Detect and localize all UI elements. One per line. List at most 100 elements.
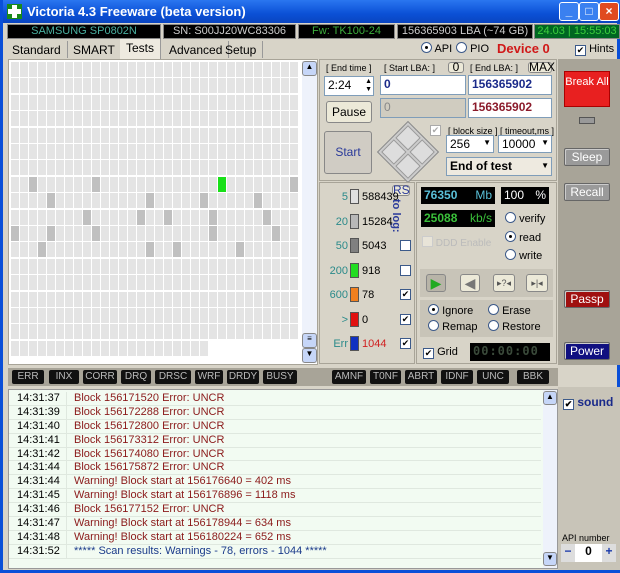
- map-cell: [29, 62, 37, 77]
- map-cell: [164, 275, 172, 291]
- grid-checkbox[interactable]: ✔ Grid: [423, 346, 458, 359]
- latency-color-swatch: [350, 336, 359, 351]
- random-seek-icon[interactable]: ▸?◂: [493, 274, 515, 292]
- verify-radio[interactable]: verify: [505, 212, 545, 225]
- map-cell: [110, 291, 118, 307]
- butterfly-icon[interactable]: ▸|◂: [526, 274, 548, 292]
- map-cell: [254, 242, 262, 258]
- end-time-input[interactable]: 2:24 ▲ ▼: [324, 76, 374, 96]
- map-cell: [146, 324, 154, 340]
- map-cell: [128, 94, 136, 110]
- block-size-select[interactable]: 256 ▼: [446, 135, 494, 153]
- end-lba-input-2[interactable]: 156365902: [468, 98, 552, 118]
- scroll-up-icon[interactable]: ▲: [302, 61, 317, 76]
- map-cell: [137, 127, 145, 143]
- tab-smart[interactable]: SMART: [67, 41, 122, 58]
- decrement-button[interactable]: −: [561, 544, 575, 562]
- close-button[interactable]: ×: [599, 2, 619, 21]
- hints-checkbox[interactable]: ✔ Hints: [575, 43, 614, 56]
- log-checkbox[interactable]: ✔: [400, 338, 411, 349]
- map-cell: [227, 144, 235, 159]
- map-cell: [128, 258, 136, 274]
- pio-radio[interactable]: PIO: [456, 42, 489, 55]
- increment-button[interactable]: +: [602, 544, 616, 562]
- map-cell: [119, 160, 127, 176]
- tab-tests[interactable]: Tests: [120, 39, 162, 59]
- read-radio[interactable]: read: [505, 231, 541, 244]
- api-number-stepper[interactable]: − 0 +: [561, 544, 616, 562]
- map-scrollbar[interactable]: ▲ ≡ ▼: [302, 61, 317, 363]
- play-backward-icon[interactable]: ◀: [460, 274, 480, 292]
- map-cell: [227, 94, 235, 110]
- map-cell: [47, 275, 55, 291]
- log-checkbox[interactable]: [400, 264, 411, 276]
- map-cell: [146, 127, 154, 143]
- log-checkbox[interactable]: ✔: [400, 289, 411, 300]
- map-cell: [155, 62, 163, 77]
- map-cell: [11, 176, 19, 192]
- timeout-select[interactable]: 10000 ▼: [498, 135, 552, 153]
- map-cell: [200, 111, 208, 127]
- map-cell: [254, 291, 262, 307]
- map-cell: [236, 226, 244, 241]
- end-action-select[interactable]: End of test ▼: [446, 157, 552, 176]
- scroll-down-icon[interactable]: ▼: [302, 348, 317, 363]
- start-button[interactable]: Start: [324, 131, 372, 174]
- map-cell: [155, 324, 163, 340]
- api-number-value[interactable]: 0: [575, 544, 602, 562]
- map-cell: [200, 209, 208, 225]
- map-cell: [254, 62, 262, 77]
- end-lba-max-button[interactable]: MAX: [528, 61, 555, 73]
- map-cell: [65, 78, 73, 94]
- ignore-radio[interactable]: Ignore: [428, 304, 473, 317]
- map-cell: [101, 160, 109, 176]
- play-forward-icon[interactable]: ▶: [426, 274, 446, 292]
- power-button[interactable]: Power: [564, 342, 610, 360]
- start-lba-input[interactable]: 0: [380, 75, 466, 95]
- map-cell: [281, 144, 289, 159]
- map-cell: [38, 62, 46, 77]
- map-cell: [281, 258, 289, 274]
- map-cell: [56, 127, 64, 143]
- map-cell: [254, 275, 262, 291]
- maximize-button[interactable]: □: [579, 2, 599, 21]
- map-cell: [218, 127, 226, 143]
- log-checkbox[interactable]: ✔: [400, 313, 411, 325]
- map-cell: [173, 242, 181, 258]
- map-cell: [83, 209, 91, 225]
- latency-color-swatch: [350, 311, 359, 327]
- map-cell: [83, 275, 91, 291]
- minimize-button[interactable]: _: [559, 2, 579, 21]
- restore-radio[interactable]: Restore: [488, 320, 541, 333]
- scroll-thumb[interactable]: ≡: [302, 333, 317, 348]
- direction-checkbox[interactable]: ✔: [430, 125, 441, 136]
- start-lba-zero-button[interactable]: 0: [448, 61, 464, 73]
- write-radio[interactable]: write: [505, 249, 542, 262]
- api-radio[interactable]: API: [421, 42, 452, 55]
- drive-firmware: Fw: TK100-24: [298, 24, 395, 39]
- status-flags: ERR INX CORR DRQ DRSC WRF DRDY BUSY AMNF T0NF ABRT…: [8, 368, 558, 386]
- map-cell: [137, 242, 145, 258]
- sound-checkbox[interactable]: ✔ sound: [563, 395, 613, 410]
- log-entry: 14:31:45 Warning! Block start at 15617689…: [9, 489, 541, 504]
- log-time: 14:31:39: [9, 405, 67, 419]
- log-checkbox[interactable]: [400, 240, 411, 251]
- tab-setup[interactable]: Setup: [219, 41, 264, 58]
- erase-radio[interactable]: Erase: [488, 304, 531, 317]
- sleep-button[interactable]: Sleep: [564, 148, 610, 166]
- recall-button[interactable]: Recall: [564, 183, 610, 201]
- remap-radio[interactable]: Remap: [428, 320, 478, 333]
- pause-button[interactable]: Pause: [326, 101, 372, 123]
- map-cell: [164, 308, 172, 323]
- log-scrollbar[interactable]: ▲ ▼: [543, 390, 557, 568]
- map-cell: [254, 144, 262, 159]
- map-cell: [272, 62, 280, 77]
- break-all-button[interactable]: Break All: [564, 71, 610, 107]
- latency-count: 15284: [362, 215, 393, 228]
- scroll-up-icon[interactable]: ▲: [543, 391, 557, 405]
- map-cell: [245, 176, 253, 192]
- end-lba-input[interactable]: 156365902: [468, 75, 552, 95]
- tab-standard[interactable]: Standard: [6, 41, 68, 58]
- passp-button[interactable]: Passp: [564, 290, 610, 308]
- scroll-down-icon[interactable]: ▼: [543, 552, 557, 566]
